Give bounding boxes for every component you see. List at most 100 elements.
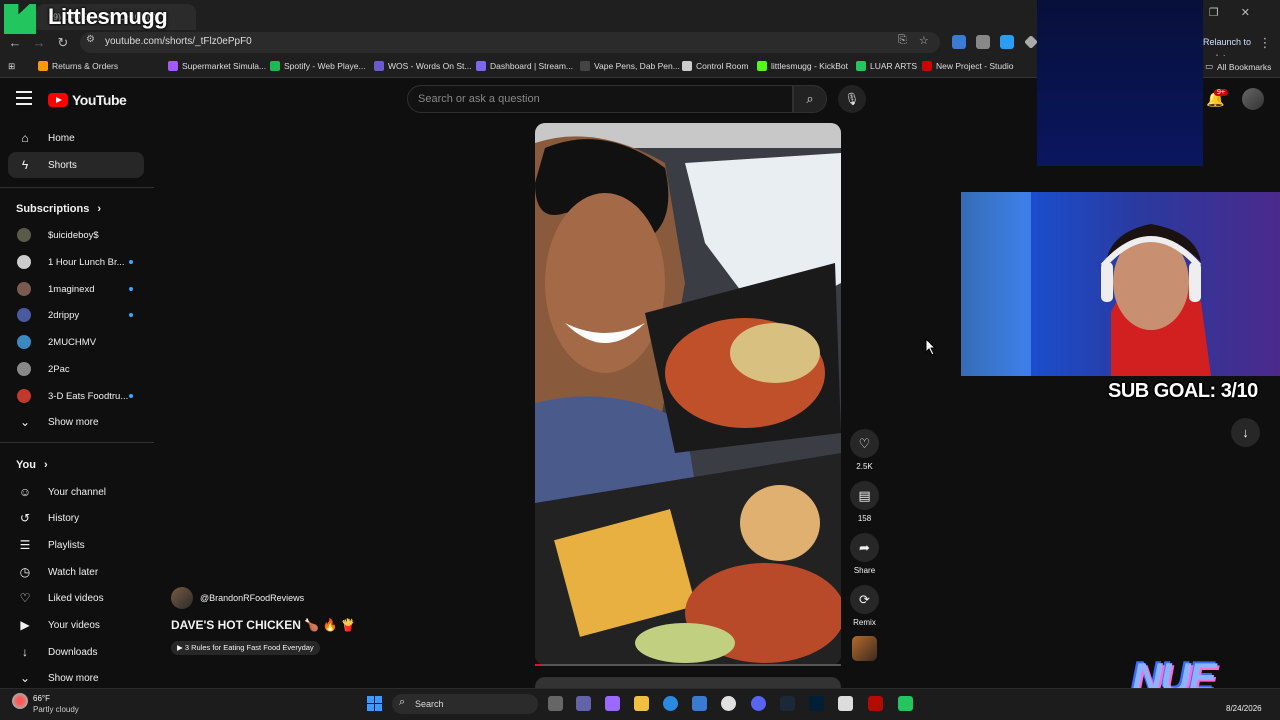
install-app-icon[interactable]: ⎘ xyxy=(898,34,907,47)
sidebar-item-home[interactable]: ⌂ Home xyxy=(8,125,144,151)
address-actions: ⎘ ☆ xyxy=(898,34,929,47)
new-content-dot xyxy=(129,394,133,398)
site-info-icon[interactable]: ⚙ xyxy=(86,34,95,45)
sidebar-item-your-channel[interactable]: ☺ Your channel xyxy=(8,479,144,505)
sound-thumbnail[interactable] xyxy=(852,636,877,661)
sidebar-item-playlists[interactable]: ☰ Playlists xyxy=(8,532,144,558)
sidebar-item-shorts[interactable]: ϟ Shorts xyxy=(8,152,144,178)
extension-icon[interactable] xyxy=(976,35,990,49)
extension-icon[interactable] xyxy=(1000,35,1014,49)
bookmark-favicon-icon xyxy=(374,61,384,71)
bookmark-favicon-icon xyxy=(168,61,178,71)
bookmark-item[interactable]: Returns & Orders xyxy=(38,61,118,71)
task-view-icon[interactable] xyxy=(548,696,563,711)
discord-icon[interactable] xyxy=(751,696,766,711)
account-avatar[interactable] xyxy=(1242,88,1264,110)
sidebar-item-history[interactable]: ↺ History xyxy=(8,505,144,531)
menu-dots-icon[interactable]: ⋮ xyxy=(1256,34,1274,52)
forward-icon[interactable]: → xyxy=(30,34,48,52)
youtube-logo[interactable]: YouTube xyxy=(48,92,127,108)
subscriptions-heading[interactable]: Subscriptions › xyxy=(16,203,101,215)
chrome-icon[interactable] xyxy=(721,696,736,711)
back-icon[interactable]: ← xyxy=(6,34,24,52)
notepad-icon[interactable] xyxy=(838,696,853,711)
all-bookmarks[interactable]: ▭ All Bookmarks xyxy=(1205,61,1271,72)
sidebar-item-your-videos[interactable]: ▶ Your videos xyxy=(8,612,144,638)
sidebar-item-downloads[interactable]: ↓ Downloads xyxy=(8,639,144,665)
short-title[interactable]: DAVE'S HOT CHICKEN 🍗 🔥 🍟 xyxy=(171,618,356,632)
steam-icon[interactable] xyxy=(780,696,795,711)
bookmark-item[interactable]: Supermarket Simula... xyxy=(168,61,266,71)
bookmark-favicon-icon xyxy=(580,61,590,71)
extension-icon[interactable] xyxy=(952,35,966,49)
sidebar-item-label: Your channel xyxy=(48,486,107,498)
video-progress-bar[interactable] xyxy=(535,664,841,666)
voice-search-button[interactable]: 🎙 xyxy=(838,85,866,113)
maximize-icon[interactable]: ❐ xyxy=(1209,6,1219,19)
url-text[interactable]: youtube.com/shorts/_tFlz0ePpF0 xyxy=(105,36,252,47)
search-button[interactable]: ⌕ xyxy=(793,85,827,113)
streamer-name: Littlesmugg xyxy=(48,4,168,29)
acrobat-icon[interactable] xyxy=(868,696,883,711)
store-icon[interactable] xyxy=(692,696,707,711)
arrow-down-icon: ↓ xyxy=(1242,425,1249,440)
weather-temperature: 66°F xyxy=(33,694,50,703)
kick-app-icon[interactable] xyxy=(898,696,913,711)
youtube-play-icon xyxy=(48,93,68,107)
playlist-chip[interactable]: ▶ 3 Rules for Eating Fast Food Everyday xyxy=(171,641,320,655)
next-short-button[interactable]: ↓ xyxy=(1231,418,1260,447)
hamburger-menu-icon[interactable] xyxy=(16,91,32,105)
subscription-name: 1 Hour Lunch Br... xyxy=(48,257,125,268)
channel-name[interactable]: @BrandonRFoodReviews xyxy=(200,593,304,603)
apps-grid-icon[interactable]: ⊞ xyxy=(8,61,15,72)
remix-button[interactable]: ⟳ xyxy=(850,585,879,614)
subscriptions-heading-label: Subscriptions xyxy=(16,203,90,215)
remix-label: Remix xyxy=(853,618,876,627)
bookmark-item[interactable]: littlesmugg - KickBot xyxy=(757,61,848,71)
teams-icon[interactable] xyxy=(576,696,591,711)
file-explorer-icon[interactable] xyxy=(634,696,649,711)
you-heading[interactable]: You › xyxy=(16,459,48,471)
show-more-button[interactable]: ⌄ Show more xyxy=(8,409,144,435)
sidebar-item-liked-videos[interactable]: ♡ Liked videos xyxy=(8,585,144,611)
weather-description: Partly cloudy xyxy=(33,705,79,714)
bookmark-item[interactable]: LUAR ARTS xyxy=(856,61,917,71)
start-menu-icon[interactable] xyxy=(367,696,382,711)
remix-icon: ⟳ xyxy=(859,592,870,607)
short-video[interactable] xyxy=(535,123,841,665)
comment-button[interactable]: ▤ xyxy=(850,481,879,510)
sidebar-divider xyxy=(0,442,154,443)
weather-icon[interactable] xyxy=(12,693,28,709)
bookmark-item[interactable]: Dashboard | Stream... xyxy=(476,61,573,71)
bookmark-item[interactable]: WOS - Words On St... xyxy=(374,61,471,71)
taskbar-search[interactable] xyxy=(392,694,538,714)
clock-icon: ◷ xyxy=(19,565,31,579)
comment-icon: ▤ xyxy=(858,488,871,503)
bookmark-item[interactable]: Vape Pens, Dab Pen... xyxy=(580,61,680,71)
sidebar-item-watch-later[interactable]: ◷ Watch later xyxy=(8,559,144,585)
video-frame xyxy=(535,123,841,665)
bookmark-item[interactable]: Spotify - Web Playe... xyxy=(270,61,366,71)
bookmark-item[interactable]: New Project - Studio xyxy=(922,61,1013,71)
stream-overlay-panel xyxy=(1037,0,1203,166)
bookmark-star-icon[interactable]: ☆ xyxy=(919,34,929,47)
like-count: 2.5K xyxy=(856,462,873,471)
playlist-icon: ☰ xyxy=(19,538,31,552)
extension-icon[interactable] xyxy=(1024,35,1038,49)
share-button[interactable]: ➦ xyxy=(850,533,879,562)
like-button[interactable]: ♡ xyxy=(850,429,879,458)
sub-goal-text: SUB GOAL: 3/10 xyxy=(1108,380,1258,402)
channel-avatar xyxy=(17,255,31,269)
screen: (9) DAVE'S HOT CHICKEN — ❐ ✕ ← → ↻ ⚙ you… xyxy=(0,0,1280,720)
play-small-icon: ▶ xyxy=(177,643,185,652)
reload-icon[interactable]: ↻ xyxy=(54,34,72,52)
show-more-label: Show more xyxy=(48,672,99,684)
channel-avatar[interactable] xyxy=(171,587,193,609)
chevron-down-icon: ⌄ xyxy=(19,415,31,429)
close-icon[interactable]: ✕ xyxy=(1241,6,1250,19)
edge-icon[interactable] xyxy=(663,696,678,711)
photoshop-icon[interactable] xyxy=(809,696,824,711)
bookmark-favicon-icon xyxy=(922,61,932,71)
bookmark-item[interactable]: Control Room xyxy=(682,61,748,71)
copilot-icon[interactable] xyxy=(605,696,620,711)
